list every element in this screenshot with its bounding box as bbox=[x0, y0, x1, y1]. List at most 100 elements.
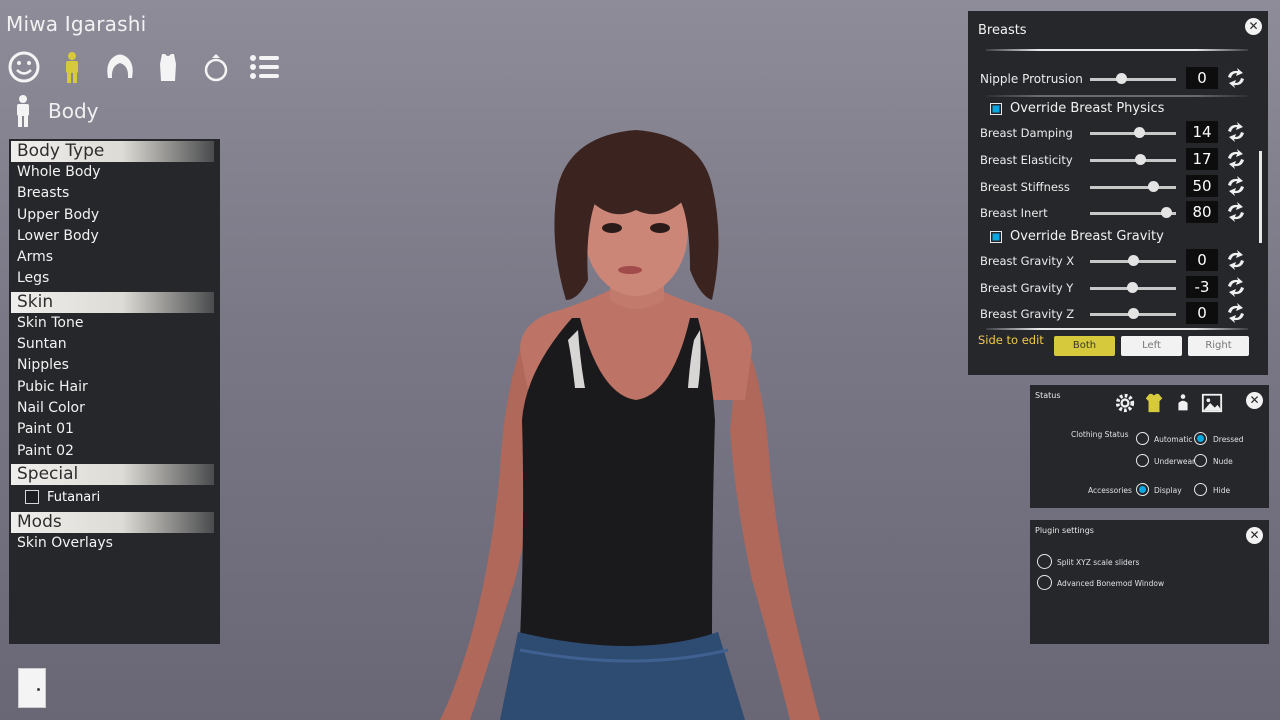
slider-row-breast-inert: Breast Inert 80 bbox=[968, 201, 1258, 225]
gear-icon[interactable] bbox=[1113, 392, 1137, 414]
reset-icon[interactable] bbox=[1225, 303, 1247, 323]
slider-thumb[interactable] bbox=[1134, 127, 1146, 138]
side-button-right[interactable]: Right bbox=[1188, 336, 1249, 356]
side-button-both[interactable]: Both bbox=[1054, 336, 1115, 356]
menu-item-arms[interactable]: Arms bbox=[9, 247, 220, 268]
reset-icon[interactable] bbox=[1225, 202, 1247, 222]
option-advanced-bonemod-label: Advanced Bonemod Window bbox=[1057, 579, 1165, 588]
menu-item-nipples[interactable]: Nipples bbox=[9, 355, 220, 376]
slider-value-input[interactable]: 17 bbox=[1186, 148, 1218, 170]
slider-track[interactable] bbox=[1090, 186, 1176, 189]
slider-value-input[interactable]: 14 bbox=[1186, 121, 1218, 143]
reset-icon[interactable] bbox=[1225, 250, 1247, 270]
plugin-panel-title: Plugin settings bbox=[1035, 526, 1094, 535]
slider-row-breast-elasticity: Breast Elasticity 17 bbox=[968, 148, 1258, 172]
slider-value-input[interactable]: 0 bbox=[1186, 249, 1218, 271]
override-breast-physics-toggle[interactable]: Override Breast Physics bbox=[990, 101, 1164, 116]
slider-value-input[interactable]: 50 bbox=[1186, 175, 1218, 197]
menu-item-skin-tone[interactable]: Skin Tone bbox=[9, 313, 220, 334]
accessories-label: Accessories bbox=[1088, 486, 1132, 495]
reset-icon[interactable] bbox=[1225, 149, 1247, 169]
scrollbar[interactable] bbox=[1259, 151, 1262, 243]
slider-thumb[interactable] bbox=[1147, 181, 1159, 192]
slider-label: Breast Damping bbox=[980, 126, 1073, 140]
radio-dressed[interactable] bbox=[1194, 432, 1207, 445]
divider bbox=[986, 49, 1248, 51]
toggle-advanced-bonemod-window[interactable] bbox=[1037, 575, 1052, 590]
menu-item-lower-body[interactable]: Lower Body bbox=[9, 226, 220, 247]
divider bbox=[986, 328, 1248, 330]
slider-value-input[interactable]: 80 bbox=[1186, 201, 1218, 223]
close-icon[interactable]: ✕ bbox=[1246, 527, 1263, 544]
menu-item-nail-color[interactable]: Nail Color bbox=[9, 398, 220, 419]
override-physics-checkbox[interactable] bbox=[990, 102, 1002, 115]
radio-display[interactable] bbox=[1136, 483, 1149, 496]
slider-row-gravity-z: Breast Gravity Z 0 bbox=[968, 302, 1258, 326]
reset-icon[interactable] bbox=[1225, 176, 1247, 196]
body-icon[interactable] bbox=[54, 48, 90, 86]
radio-label-nude: Nude bbox=[1213, 457, 1233, 466]
slider-row-gravity-y: Breast Gravity Y -3 bbox=[968, 276, 1258, 300]
override-physics-label: Override Breast Physics bbox=[1010, 101, 1165, 116]
accessory-icon[interactable] bbox=[1171, 392, 1195, 414]
futanari-toggle[interactable]: Futanari bbox=[9, 485, 220, 510]
menu-item-pubic-hair[interactable]: Pubic Hair bbox=[9, 377, 220, 398]
radio-underwear[interactable] bbox=[1136, 454, 1149, 467]
group-header-skin: Skin bbox=[11, 291, 214, 313]
ring-icon[interactable] bbox=[198, 48, 234, 86]
side-button-left[interactable]: Left bbox=[1121, 336, 1182, 356]
slider-track[interactable] bbox=[1090, 78, 1176, 81]
group-header-body-type: Body Type bbox=[11, 141, 214, 162]
reset-icon[interactable] bbox=[1225, 122, 1247, 142]
slider-track[interactable] bbox=[1090, 159, 1176, 162]
menu-item-paint-02[interactable]: Paint 02 bbox=[9, 441, 220, 462]
menu-item-upper-body[interactable]: Upper Body bbox=[9, 205, 220, 226]
slider-track[interactable] bbox=[1090, 132, 1176, 135]
menu-item-skin-overlays[interactable]: Skin Overlays bbox=[9, 533, 220, 554]
face-icon[interactable] bbox=[6, 48, 42, 86]
close-icon[interactable]: ✕ bbox=[1245, 18, 1262, 35]
section-header: Body bbox=[12, 94, 99, 128]
menu-item-breasts[interactable]: Breasts bbox=[9, 183, 220, 204]
menu-item-legs[interactable]: Legs bbox=[9, 268, 220, 289]
clothing-icon[interactable] bbox=[1142, 392, 1166, 414]
reset-icon[interactable] bbox=[1225, 277, 1247, 297]
slider-label: Breast Gravity X bbox=[980, 254, 1075, 268]
radio-nude[interactable] bbox=[1194, 454, 1207, 467]
slider-row-breast-stiffness: Breast Stiffness 50 bbox=[968, 175, 1258, 199]
menu-item-whole-body[interactable]: Whole Body bbox=[9, 162, 220, 183]
body-section-icon bbox=[17, 95, 29, 127]
exit-door-icon[interactable] bbox=[18, 668, 46, 708]
futanari-checkbox[interactable] bbox=[25, 490, 39, 505]
slider-thumb[interactable] bbox=[1127, 282, 1139, 293]
status-panel: Status ✕ Clothing Status Automatic Dress… bbox=[1030, 385, 1269, 508]
slider-thumb[interactable] bbox=[1115, 73, 1127, 84]
menu-item-suntan[interactable]: Suntan bbox=[9, 334, 220, 355]
clothing-icon[interactable] bbox=[150, 48, 186, 86]
slider-value-input[interactable]: -3 bbox=[1186, 276, 1218, 298]
toggle-split-xyz-scale-sliders[interactable] bbox=[1037, 554, 1052, 569]
radio-label-dressed: Dressed bbox=[1213, 435, 1244, 444]
radio-label-underwear: Underwear bbox=[1154, 457, 1196, 466]
slider-thumb[interactable] bbox=[1160, 207, 1172, 218]
radio-hide[interactable] bbox=[1194, 483, 1207, 496]
slider-thumb[interactable] bbox=[1128, 308, 1139, 319]
slider-value-input[interactable]: 0 bbox=[1186, 67, 1218, 89]
reset-icon[interactable] bbox=[1225, 68, 1247, 88]
override-gravity-checkbox[interactable] bbox=[990, 230, 1002, 243]
section-title: Body bbox=[48, 99, 99, 123]
close-icon[interactable]: ✕ bbox=[1246, 392, 1263, 409]
image-icon[interactable] bbox=[1200, 392, 1224, 414]
radio-label-display: Display bbox=[1154, 486, 1182, 495]
slider-thumb[interactable] bbox=[1134, 154, 1146, 165]
override-breast-gravity-toggle[interactable]: Override Breast Gravity bbox=[990, 229, 1164, 244]
slider-label: Breast Gravity Z bbox=[980, 307, 1075, 321]
radio-automatic[interactable] bbox=[1136, 432, 1149, 445]
slider-label: Breast Gravity Y bbox=[980, 281, 1074, 295]
list-icon[interactable] bbox=[246, 48, 282, 86]
slider-thumb[interactable] bbox=[1128, 255, 1139, 266]
slider-value-input[interactable]: 0 bbox=[1186, 302, 1218, 324]
hair-icon[interactable] bbox=[102, 48, 138, 86]
menu-item-paint-01[interactable]: Paint 01 bbox=[9, 419, 220, 440]
radio-label-automatic: Automatic bbox=[1154, 435, 1193, 444]
